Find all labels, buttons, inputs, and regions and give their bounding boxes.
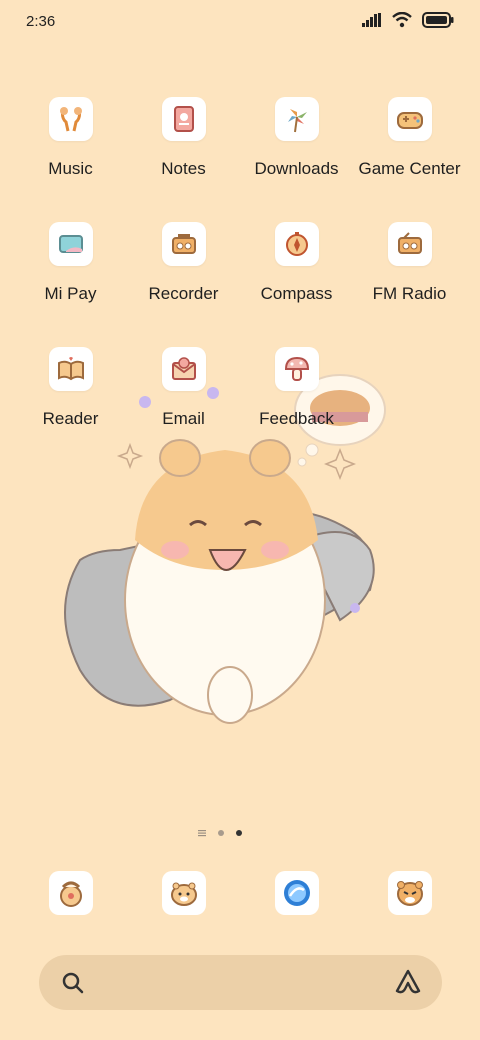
assistant-icon[interactable] (394, 969, 422, 995)
status-icons (362, 12, 454, 28)
app-label: Recorder (148, 284, 219, 303)
app-label: Music (48, 159, 93, 178)
dock-messages[interactable] (162, 871, 206, 915)
compass-icon (274, 222, 319, 266)
browser-globe-icon (284, 880, 310, 906)
radio-recorder-icon (161, 222, 206, 266)
app-game-center[interactable]: Game Center (353, 97, 466, 207)
gamepad-icon (387, 97, 432, 141)
app-mi-pay[interactable]: Mi Pay (14, 222, 127, 332)
radio-icon (387, 222, 432, 266)
dock-browser[interactable] (275, 871, 319, 915)
app-compass[interactable]: Compass (240, 222, 353, 332)
envelope-icon (161, 347, 206, 391)
app-downloads[interactable]: Downloads (240, 97, 353, 207)
status-time: 2:36 (26, 13, 56, 30)
status-bar: 2:36 (0, 0, 480, 44)
app-music[interactable]: Music (14, 97, 127, 207)
app-label: Mi Pay (44, 284, 97, 303)
app-label: Game Center (358, 159, 461, 178)
app-email[interactable]: Email (127, 347, 240, 457)
earphones-icon (48, 97, 93, 141)
mushroom-icon (274, 347, 319, 391)
app-feedback[interactable]: Feedback (240, 347, 353, 457)
app-label: Notes (161, 159, 206, 178)
app-label: Reader (42, 409, 99, 428)
search-bar[interactable] (39, 955, 442, 1010)
app-label: Downloads (254, 159, 339, 178)
dock (0, 871, 480, 915)
hamster-camera-icon (397, 881, 423, 906)
app-label: FM Radio (372, 284, 447, 303)
menu-lines-icon (198, 830, 206, 837)
app-notes[interactable]: Notes (127, 97, 240, 207)
battery-icon (422, 12, 454, 28)
dock-phone[interactable] (49, 871, 93, 915)
hamster-messages-icon (171, 882, 197, 906)
notebook-icon (161, 97, 206, 141)
pinwheel-icon (274, 97, 319, 141)
app-label: Email (162, 409, 205, 428)
wallet-card-icon (48, 222, 93, 266)
search-icon[interactable] (61, 971, 85, 995)
page-dot (218, 830, 224, 836)
page-indicator[interactable] (198, 829, 242, 837)
app-label: Compass (260, 284, 333, 303)
phone-icon (60, 881, 82, 907)
open-book-icon (48, 347, 93, 391)
app-reader[interactable]: Reader (14, 347, 127, 457)
page-dot-active (236, 830, 242, 836)
app-label: Feedback (259, 409, 334, 428)
wifi-icon (392, 12, 412, 28)
app-fm-radio[interactable]: FM Radio (353, 222, 466, 332)
signal-icon (362, 13, 381, 27)
dock-camera[interactable] (388, 871, 432, 915)
app-recorder[interactable]: Recorder (127, 222, 240, 332)
